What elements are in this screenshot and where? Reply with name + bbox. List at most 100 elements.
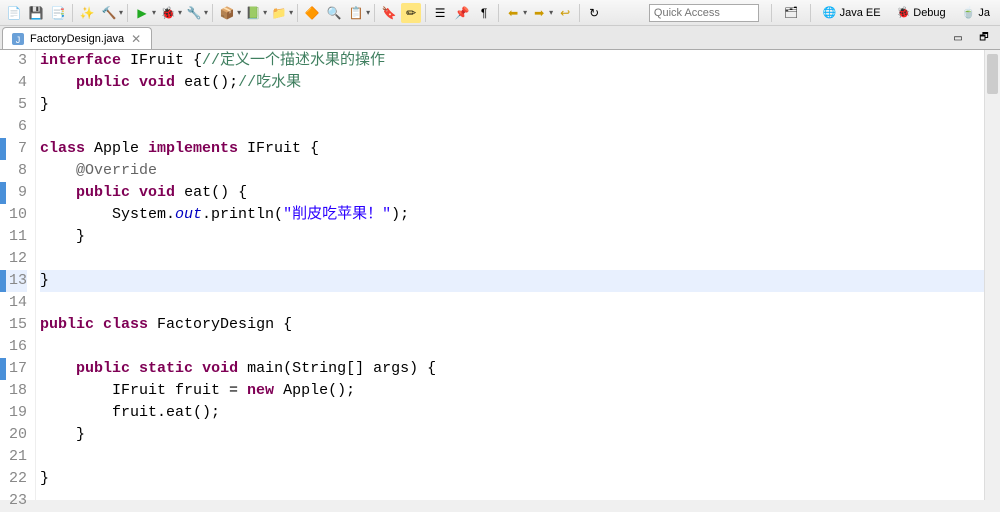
java-perspective-button[interactable]: 🍵Ja	[956, 3, 996, 23]
code-token: }	[40, 228, 85, 245]
line-number: 3	[0, 50, 27, 72]
javaee-perspective-button[interactable]: 🌐Java EE	[817, 3, 887, 23]
code-line[interactable]	[40, 446, 1000, 468]
open-type-icon[interactable]: 🔶	[302, 3, 322, 23]
code-token: }	[40, 272, 49, 289]
last-edit-icon[interactable]: ↩	[555, 3, 575, 23]
dropdown-icon[interactable]: ▾	[152, 8, 156, 17]
code-token: IFruit fruit =	[40, 382, 247, 399]
code-token: eat() {	[175, 184, 247, 201]
dropdown-icon[interactable]: ▾	[549, 8, 553, 17]
search-icon[interactable]: 🔍	[324, 3, 344, 23]
dropdown-icon[interactable]: ▾	[263, 8, 267, 17]
code-token: //定义一个描述水果的操作	[202, 52, 385, 69]
code-line[interactable]: System.out.println("削皮吃苹果！");	[40, 204, 1000, 226]
outline-icon[interactable]: ☰	[430, 3, 450, 23]
main-toolbar: 📄 💾 📑 ✨ 🔨▾ ▶▾ 🐞▾ 🔧▾ 📦▾ 📗▾ 📁▾ 🔶 🔍 📋▾ 🔖 ✏ …	[0, 0, 1000, 26]
tab-filename: FactoryDesign.java	[30, 33, 124, 45]
new-package-icon[interactable]: 📦	[217, 3, 237, 23]
code-line[interactable]: interface IFruit {//定义一个描述水果的操作	[40, 50, 1000, 72]
dropdown-icon[interactable]: ▾	[289, 8, 293, 17]
code-line[interactable]: fruit.eat();	[40, 402, 1000, 424]
line-number: 6	[0, 116, 27, 138]
refresh-icon[interactable]: ↻	[584, 3, 604, 23]
line-number: 14	[0, 292, 27, 314]
code-token: IFruit {	[238, 140, 319, 157]
code-line[interactable]: IFruit fruit = new Apple();	[40, 380, 1000, 402]
save-icon[interactable]: 💾	[26, 3, 46, 23]
code-token	[40, 184, 76, 201]
code-editor[interactable]: 34567891011121314151617181920212223 inte…	[0, 50, 1000, 500]
dropdown-icon[interactable]: ▾	[204, 8, 208, 17]
line-number: 21	[0, 446, 27, 468]
separator	[212, 4, 213, 22]
code-line[interactable]: public void eat() {	[40, 182, 1000, 204]
dropdown-icon[interactable]: ▾	[119, 8, 123, 17]
new-folder-icon[interactable]: 📁	[269, 3, 289, 23]
code-line[interactable]: }	[40, 468, 1000, 490]
save-all-icon[interactable]: 📑	[48, 3, 68, 23]
close-icon[interactable]: ✕	[129, 32, 143, 46]
code-token	[40, 74, 76, 91]
code-token: public	[76, 74, 130, 91]
dropdown-icon[interactable]: ▾	[366, 8, 370, 17]
code-line[interactable]: @Override	[40, 160, 1000, 182]
code-area[interactable]: interface IFruit {//定义一个描述水果的操作 public v…	[36, 50, 1000, 500]
code-token: Apple();	[274, 382, 355, 399]
external-tools-icon[interactable]: 🔧	[184, 3, 204, 23]
toggle-mark-icon[interactable]: 🔖	[379, 3, 399, 23]
code-line[interactable]: public static void main(String[] args) {	[40, 358, 1000, 380]
code-token	[94, 316, 103, 333]
code-line[interactable]: public class FactoryDesign {	[40, 314, 1000, 336]
code-token: out	[175, 206, 202, 223]
dropdown-icon[interactable]: ▾	[178, 8, 182, 17]
new-icon[interactable]: 📄	[4, 3, 24, 23]
debug-perspective-button[interactable]: 🐞Debug	[891, 3, 952, 23]
vertical-scrollbar[interactable]	[984, 50, 1000, 500]
code-token: interface	[40, 52, 121, 69]
code-token: }	[40, 470, 49, 487]
separator	[425, 4, 426, 22]
task-icon[interactable]: 📋	[346, 3, 366, 23]
filter-icon[interactable]: ¶	[474, 3, 494, 23]
line-number: 4	[0, 72, 27, 94]
maximize-icon[interactable]: 🗗	[974, 28, 994, 48]
run-icon[interactable]: ▶	[132, 3, 152, 23]
line-number: 20	[0, 424, 27, 446]
back-icon[interactable]: ⬅	[503, 3, 523, 23]
code-line[interactable]	[40, 248, 1000, 270]
code-line[interactable]	[40, 490, 1000, 500]
debug-icon[interactable]: 🐞	[158, 3, 178, 23]
open-perspective-button[interactable]: 🗂	[778, 3, 804, 23]
line-number: 10	[0, 204, 27, 226]
code-token: class	[40, 140, 85, 157]
minimize-icon[interactable]: ▭	[948, 28, 968, 48]
build-icon[interactable]: 🔨	[99, 3, 119, 23]
pin-icon[interactable]: 📌	[452, 3, 472, 23]
new-class-icon[interactable]: 📗	[243, 3, 263, 23]
scroll-thumb[interactable]	[987, 54, 998, 94]
highlight-icon[interactable]: ✏	[401, 3, 421, 23]
code-line[interactable]	[40, 292, 1000, 314]
code-line[interactable]: }	[40, 94, 1000, 116]
line-number: 18	[0, 380, 27, 402]
editor-tab[interactable]: J FactoryDesign.java ✕	[2, 27, 152, 49]
line-number: 19	[0, 402, 27, 424]
change-marker	[0, 358, 6, 380]
quick-access-input[interactable]	[649, 4, 759, 22]
code-line[interactable]: }	[40, 226, 1000, 248]
code-line[interactable]	[40, 336, 1000, 358]
code-line[interactable]: }	[40, 270, 1000, 292]
code-token: public	[76, 184, 130, 201]
forward-icon[interactable]: ➡	[529, 3, 549, 23]
code-line[interactable]: class Apple implements IFruit {	[40, 138, 1000, 160]
code-line[interactable]	[40, 116, 1000, 138]
dropdown-icon[interactable]: ▾	[523, 8, 527, 17]
code-line[interactable]: public void eat();//吃水果	[40, 72, 1000, 94]
code-token: IFruit {	[121, 52, 202, 69]
line-number: 11	[0, 226, 27, 248]
code-token	[130, 360, 139, 377]
code-line[interactable]: }	[40, 424, 1000, 446]
wand-icon[interactable]: ✨	[77, 3, 97, 23]
dropdown-icon[interactable]: ▾	[237, 8, 241, 17]
